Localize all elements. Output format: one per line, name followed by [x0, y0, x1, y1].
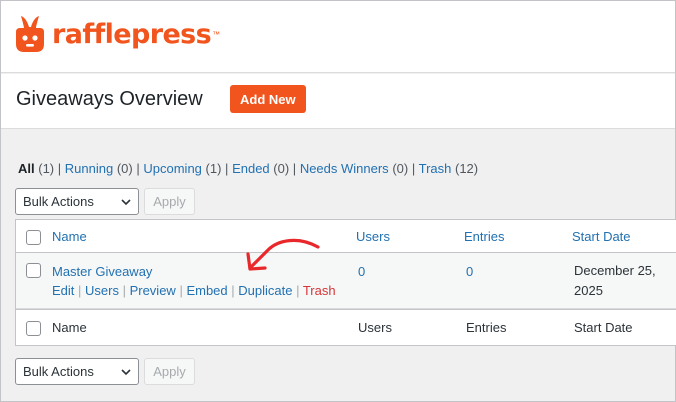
chevron-down-icon — [121, 199, 131, 206]
filter-ended[interactable]: Ended — [232, 161, 270, 176]
brand-name: rafflepress — [52, 18, 212, 50]
trash-action[interactable]: Trash — [303, 283, 336, 298]
filter-needs-winners[interactable]: Needs Winners — [300, 161, 389, 176]
filter-trash-count: (12) — [454, 161, 479, 176]
bulk-actions-label: Bulk Actions — [23, 194, 94, 209]
page-title: Giveaways Overview — [16, 88, 203, 110]
table-header-row: Name Users Entries Start Date — [16, 220, 676, 253]
filter-upcoming[interactable]: Upcoming — [143, 161, 202, 176]
trademark-symbol: ™ — [212, 29, 221, 39]
page-header: Giveaways Overview Add New — [1, 74, 675, 129]
column-name-footer: Name — [52, 320, 87, 335]
giveaway-name-link[interactable]: Master Giveaway — [52, 264, 152, 279]
filter-running[interactable]: Running — [65, 161, 113, 176]
bulk-actions-label: Bulk Actions — [23, 364, 94, 379]
column-users-header[interactable]: Users — [356, 229, 390, 244]
embed-action[interactable]: Embed — [186, 283, 227, 298]
filter-needs-winners-count: (0) — [392, 161, 409, 176]
start-date: December 25, 2025 — [574, 261, 664, 301]
rabbit-logo-icon — [16, 16, 44, 52]
filter-ended-count: (0) — [273, 161, 290, 176]
row-checkbox[interactable] — [26, 263, 41, 278]
status-filter-links: All (1) | Running (0) | Upcoming (1) | E… — [18, 161, 478, 176]
filter-upcoming-count: (1) — [205, 161, 222, 176]
filter-all[interactable]: All — [18, 161, 35, 176]
chevron-down-icon — [121, 369, 131, 376]
bulk-actions-select-bottom[interactable]: Bulk Actions — [15, 358, 139, 385]
filter-all-count: (1) — [38, 161, 55, 176]
duplicate-action[interactable]: Duplicate — [238, 283, 292, 298]
filter-separator: | — [292, 161, 297, 176]
row-actions: Edit | Users | Preview | Embed | Duplica… — [52, 283, 336, 298]
annotation-arrow-icon — [246, 238, 320, 271]
entries-count-link[interactable]: 0 — [466, 264, 473, 279]
apply-button-bottom[interactable]: Apply — [144, 358, 195, 385]
select-all-checkbox[interactable] — [26, 230, 41, 245]
column-entries-header[interactable]: Entries — [464, 229, 504, 244]
edit-action[interactable]: Edit — [52, 283, 74, 298]
select-all-checkbox-footer[interactable] — [26, 321, 41, 336]
column-start-date-header[interactable]: Start Date — [572, 229, 631, 244]
add-new-button[interactable]: Add New — [230, 85, 306, 113]
action-separator: | — [74, 283, 86, 298]
brand-bar: rafflepress ™ — [1, 1, 675, 73]
filter-running-count: (0) — [116, 161, 133, 176]
apply-button-top[interactable]: Apply — [144, 188, 195, 215]
filter-separator: | — [225, 161, 229, 176]
action-separator: | — [118, 283, 130, 298]
table-footer-row: Name Users Entries Start Date — [16, 309, 676, 346]
table-row: Master Giveaway Edit | Users | Preview |… — [16, 253, 676, 309]
giveaways-table: Name Users Entries Start Date Master Giv… — [15, 219, 676, 346]
column-start-date-footer: Start Date — [574, 320, 633, 335]
filter-separator: | — [57, 161, 62, 176]
filter-separator: | — [136, 161, 140, 176]
action-separator: | — [175, 283, 187, 298]
column-users-footer: Users — [358, 320, 392, 335]
start-date-line-2: 2025 — [574, 283, 603, 298]
preview-action[interactable]: Preview — [130, 283, 176, 298]
users-action[interactable]: Users — [85, 283, 119, 298]
users-count-link[interactable]: 0 — [358, 264, 365, 279]
filter-trash[interactable]: Trash — [419, 161, 452, 176]
bulk-actions-select-top[interactable]: Bulk Actions — [15, 188, 139, 215]
filter-separator: | — [411, 161, 416, 176]
column-entries-footer: Entries — [466, 320, 507, 335]
column-name-header[interactable]: Name — [52, 229, 87, 244]
action-separator: | — [292, 283, 303, 298]
rafflepress-logo[interactable]: rafflepress ™ — [12, 14, 220, 54]
start-date-line-1: December 25, — [574, 263, 656, 278]
action-separator: | — [227, 283, 239, 298]
